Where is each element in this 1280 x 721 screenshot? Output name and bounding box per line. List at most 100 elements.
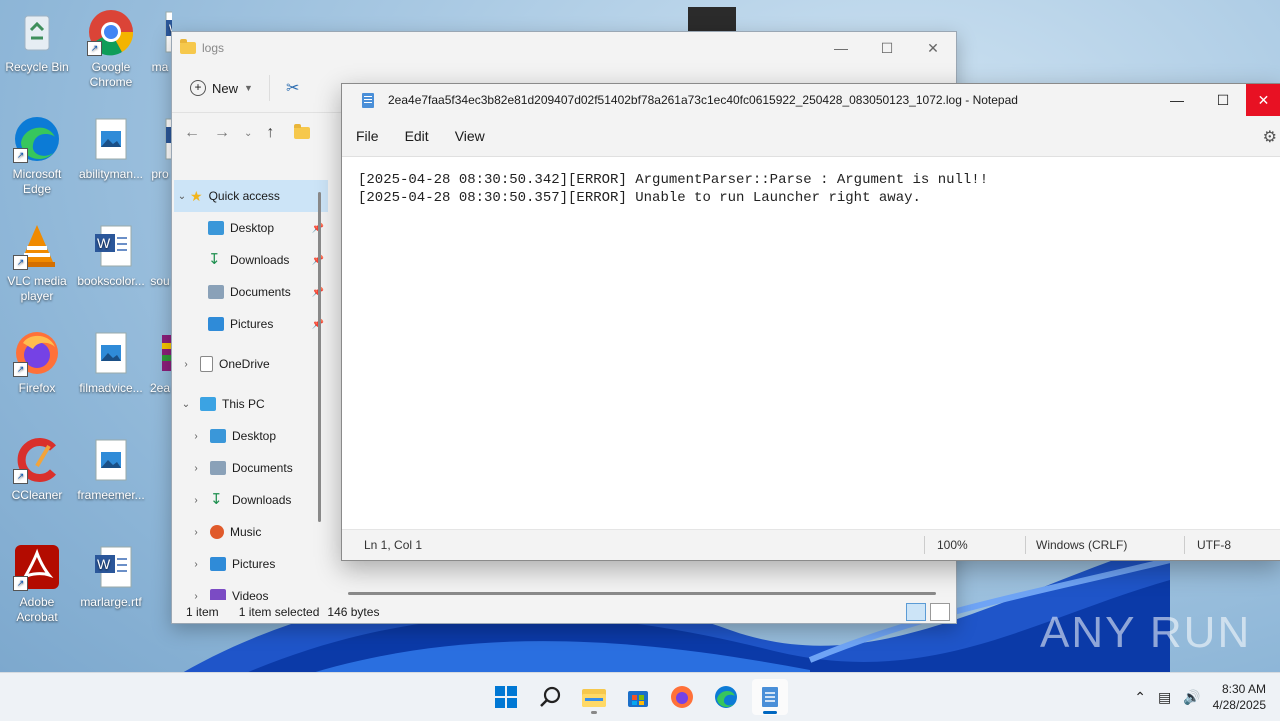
- line-ending: Windows (CRLF): [1036, 538, 1128, 552]
- desktop-icon-frameemer[interactable]: frameemer...: [74, 436, 148, 503]
- sidebar-item-quick-access[interactable]: ⌄ ★ Quick access: [174, 180, 328, 212]
- close-button[interactable]: ✕: [1246, 84, 1280, 116]
- desktop-icon-abilityman[interactable]: abilityman...: [74, 115, 148, 182]
- desktop-folder-icon: [208, 221, 224, 235]
- taskbar-firefox[interactable]: [664, 679, 700, 715]
- image-file-icon: [87, 436, 135, 484]
- content-scrollbar[interactable]: [348, 592, 936, 595]
- notepad-title: 2ea4e7faa5f34ec3b82e81d209407d02f51402bf…: [388, 93, 1018, 107]
- details-view-button[interactable]: [906, 603, 926, 621]
- sidebar-item-pictures[interactable]: Pictures 📌: [172, 308, 330, 340]
- menu-edit[interactable]: Edit: [405, 128, 441, 144]
- plus-icon: +: [190, 80, 206, 96]
- menu-view[interactable]: View: [455, 128, 497, 144]
- archive-icon: [148, 329, 172, 377]
- new-button[interactable]: + New ▼: [190, 80, 253, 96]
- desktop-icon-2ea[interactable]: 2ea: [148, 329, 172, 396]
- search-button[interactable]: [532, 679, 568, 715]
- desktop-icon-ma[interactable]: W ma: [148, 8, 172, 75]
- minimize-button[interactable]: —: [818, 32, 864, 64]
- sidebar-item-pc-documents[interactable]: › Documents: [172, 452, 330, 484]
- star-icon: ★: [190, 187, 203, 204]
- zoom-level: 100%: [937, 538, 968, 552]
- sidebar-item-pc-downloads[interactable]: › ↧ Downloads: [172, 484, 330, 516]
- firefox-icon: [671, 686, 693, 708]
- back-arrow-icon[interactable]: ←: [184, 124, 200, 142]
- chevron-down-icon: ▼: [244, 83, 253, 93]
- cursor-position: Ln 1, Col 1: [364, 538, 423, 552]
- desktop-icon-chrome[interactable]: ↗ Google Chrome: [74, 8, 148, 90]
- chevron-right-icon[interactable]: ›: [188, 431, 204, 442]
- forward-arrow-icon[interactable]: →: [214, 124, 230, 142]
- word-doc-icon: W: [87, 543, 135, 591]
- search-icon: [540, 686, 561, 707]
- maximize-button[interactable]: ☐: [1200, 84, 1246, 116]
- word-doc-icon: W: [87, 222, 135, 270]
- tiles-view-button[interactable]: [930, 603, 950, 621]
- notepad-titlebar[interactable]: 2ea4e7faa5f34ec3b82e81d209407d02f51402bf…: [342, 84, 1280, 116]
- start-icon: [495, 686, 517, 708]
- chevron-right-icon[interactable]: ›: [188, 463, 204, 474]
- start-button[interactable]: [488, 679, 524, 715]
- recent-dropdown-icon[interactable]: ⌄: [244, 128, 252, 139]
- sidebar-item-pc-music[interactable]: › Music: [172, 516, 330, 548]
- sidebar-item-this-pc[interactable]: ⌄ This PC: [172, 388, 330, 420]
- chevron-right-icon[interactable]: ›: [188, 527, 204, 538]
- file-explorer-icon: [582, 689, 606, 707]
- chevron-right-icon[interactable]: ›: [178, 359, 194, 370]
- network-icon[interactable]: ▤: [1158, 689, 1171, 706]
- chevron-down-icon[interactable]: ⌄: [178, 399, 194, 410]
- desktop-icon-pro[interactable]: pro: [148, 115, 172, 182]
- notepad-window[interactable]: 2ea4e7faa5f34ec3b82e81d209407d02f51402bf…: [341, 83, 1280, 561]
- chevron-down-icon[interactable]: ⌄: [174, 191, 190, 202]
- desktop-icon-recycle-bin[interactable]: Recycle Bin: [0, 8, 74, 75]
- taskbar: ⌃ ▤ 🔊 8:30 AM 4/28/2025: [0, 672, 1280, 721]
- desktop-icon-acrobat[interactable]: ↗ Adobe Acrobat: [0, 543, 74, 625]
- minimize-button[interactable]: —: [1154, 84, 1200, 116]
- sidebar-scrollbar[interactable]: [318, 192, 321, 522]
- desktop-icon-vlc[interactable]: ↗ VLC media player: [0, 222, 74, 304]
- cut-icon[interactable]: ✂: [286, 78, 299, 98]
- edge-icon: ↗: [13, 115, 61, 163]
- chevron-right-icon[interactable]: ›: [188, 591, 204, 601]
- up-arrow-icon[interactable]: ↑: [266, 124, 274, 142]
- taskbar-notepad[interactable]: [752, 679, 788, 715]
- desktop-icon-ccleaner[interactable]: ↗ CCleaner: [0, 436, 74, 503]
- word-doc-icon: W: [148, 8, 172, 56]
- desktop-icon-edge[interactable]: ↗ Microsoft Edge: [0, 115, 74, 197]
- taskbar-edge[interactable]: [708, 679, 744, 715]
- chevron-right-icon[interactable]: ›: [188, 559, 204, 570]
- gear-icon[interactable]: ⚙: [1263, 127, 1277, 147]
- recycle-bin-icon: [13, 8, 61, 56]
- desktop-icon-filmadvice[interactable]: filmadvice...: [74, 329, 148, 396]
- sidebar-item-onedrive[interactable]: › OneDrive: [172, 348, 330, 380]
- close-button[interactable]: ✕: [910, 32, 956, 64]
- sidebar-item-pc-pictures[interactable]: › Pictures: [172, 548, 330, 580]
- maximize-button[interactable]: ☐: [864, 32, 910, 64]
- documents-icon: [208, 285, 224, 299]
- menu-file[interactable]: File: [356, 128, 391, 144]
- taskbar-store[interactable]: [620, 679, 656, 715]
- desktop-icon-marlarge[interactable]: W marlarge.rtf: [74, 543, 148, 610]
- volume-icon[interactable]: 🔊: [1183, 689, 1200, 706]
- chevron-right-icon[interactable]: ›: [188, 495, 204, 506]
- desktop-icon-bookscolor[interactable]: W bookscolor...: [74, 222, 148, 289]
- text-editor[interactable]: [2025-04-28 08:30:50.342][ERROR] Argumen…: [342, 156, 1280, 541]
- firefox-icon: ↗: [13, 329, 61, 377]
- desktop-icon-sou[interactable]: sou: [148, 222, 172, 289]
- notepad-icon: [762, 687, 778, 707]
- sidebar-item-pc-desktop[interactable]: › Desktop: [172, 420, 330, 452]
- sidebar-item-documents[interactable]: Documents 📌: [172, 276, 330, 308]
- clock[interactable]: 8:30 AM 4/28/2025: [1213, 681, 1266, 713]
- chevron-up-icon[interactable]: ⌃: [1134, 689, 1146, 706]
- desktop-icon-firefox[interactable]: ↗ Firefox: [0, 329, 74, 396]
- vlc-icon: ↗: [13, 222, 61, 270]
- notepad-statusbar: Ln 1, Col 1 100% Windows (CRLF) UTF-8: [342, 529, 1280, 560]
- sidebar-item-downloads[interactable]: ↧ Downloads 📌: [172, 244, 330, 276]
- onedrive-icon: [200, 356, 213, 372]
- sidebar-item-desktop[interactable]: Desktop 📌: [172, 212, 330, 244]
- download-icon: ↧: [208, 251, 221, 268]
- taskbar-file-explorer[interactable]: [576, 679, 612, 715]
- sidebar-item-pc-videos[interactable]: › Videos: [172, 580, 330, 600]
- anyrun-watermark: ANY RUN: [1040, 608, 1252, 657]
